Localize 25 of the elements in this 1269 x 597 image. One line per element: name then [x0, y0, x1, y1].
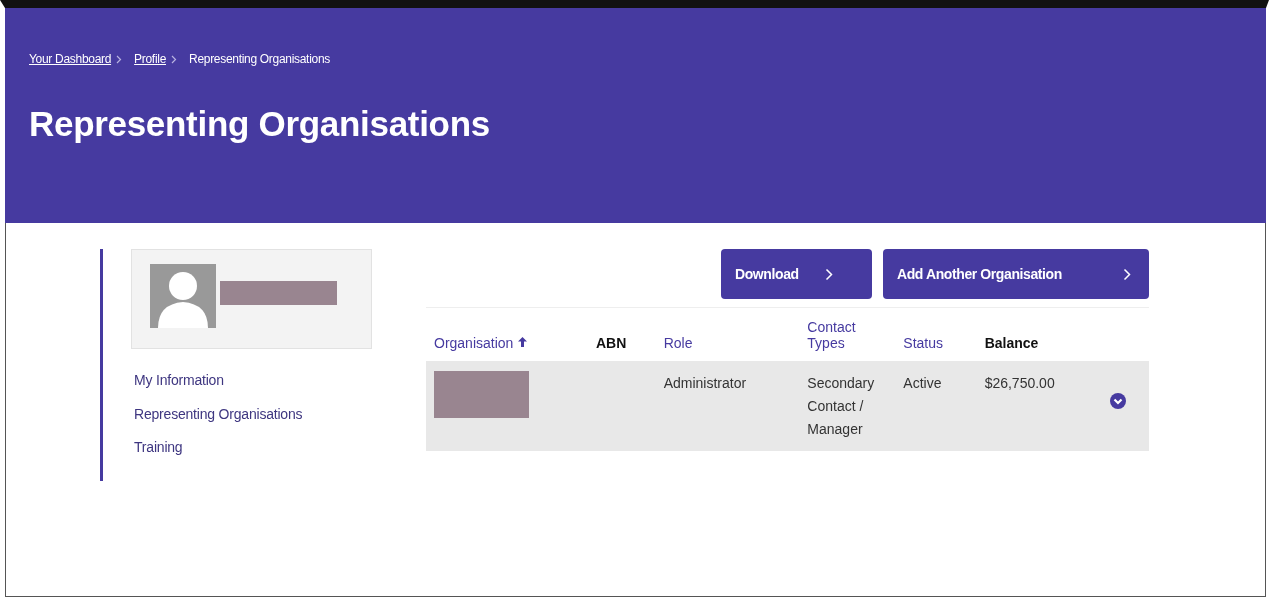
expand-icon[interactable] [1110, 392, 1127, 409]
sidebar-item[interactable]: My Information [134, 372, 372, 403]
table-cell: Secondary Contact / Manager [807, 375, 875, 437]
column-header: ABN [596, 335, 627, 351]
sidebar-item[interactable]: Training [134, 438, 372, 469]
column-header: Balance [984, 335, 1039, 351]
breadcrumb-link[interactable]: Your Dashboard [29, 52, 112, 66]
chevron-icon [1123, 267, 1131, 281]
sort-header[interactable]: Status [903, 335, 944, 351]
action-button[interactable]: Add Another Organisation [883, 249, 1149, 299]
sort-header[interactable]: Contact Types [807, 319, 888, 351]
action-button[interactable]: Download [721, 249, 872, 299]
chevron-icon [116, 54, 123, 64]
avatar-icon [150, 264, 216, 329]
breadcrumb-link[interactable]: Profile [134, 52, 166, 66]
sort-header[interactable]: Organisation [434, 335, 514, 351]
sort-header[interactable]: Role [663, 335, 693, 351]
chevron-icon [171, 54, 177, 64]
chevron-icon [824, 267, 833, 281]
table-cell: Administrator [663, 375, 747, 391]
breadcrumb-current: Representing Organisations [189, 52, 330, 66]
page-title: Representing Organisations [29, 104, 491, 144]
table-cell: Active [903, 375, 942, 391]
sidebar-item[interactable]: Representing Organisations [134, 405, 372, 436]
table-cell: $26,750.00 [984, 375, 1055, 391]
